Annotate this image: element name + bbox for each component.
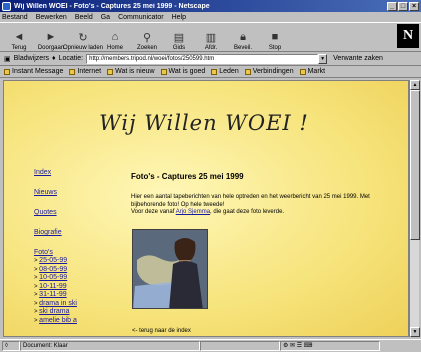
link-leden[interactable]: Leden	[211, 68, 239, 75]
close-button[interactable]: ×	[409, 1, 419, 11]
bookmark-icon	[107, 68, 114, 75]
menu-beeld[interactable]: Beeld	[75, 14, 93, 21]
nav-index[interactable]: Index	[34, 169, 94, 176]
page-viewport: Wij Willen WOEI ! Index Nieuws Quotes Bi…	[3, 80, 409, 337]
address-bar: ▣ Bladwijzers ♦ Locatie: http://members.…	[0, 52, 421, 66]
sidebar-nav: Index Nieuws Quotes Biografie Foto's > 2…	[34, 169, 94, 325]
nav-fotos-item[interactable]: 10-05-99	[39, 274, 67, 281]
status-components: ⚙ ✉ ☰ ⌨	[280, 341, 380, 351]
maximize-button[interactable]: □	[398, 1, 408, 11]
credit-link[interactable]: Arjo Sjemma	[176, 209, 210, 215]
navigation-toolbar: ◄ Terug ► Doorgaan ↻ Opnieuw laden ⌂ Home ⚲ Z…	[0, 22, 421, 52]
location-icon: ♦	[52, 55, 56, 62]
home-icon: ⌂	[111, 31, 119, 43]
menu-bestand[interactable]: Bestand	[2, 14, 28, 21]
status-bar: ◊ Document: Klaar ⚙ ✉ ☰ ⌨	[0, 339, 421, 352]
scroll-down-arrow-icon[interactable]: ▼	[410, 327, 420, 337]
menu-communicator[interactable]: Communicator	[118, 14, 164, 21]
main-content: Foto's - Captures 25 mei 1999 Hier een a…	[131, 172, 401, 217]
status-progress	[200, 341, 280, 351]
link-markt[interactable]: Markt	[299, 68, 325, 75]
forward-arrow-icon: ►	[45, 31, 57, 43]
nav-nieuws[interactable]: Nieuws	[34, 189, 94, 196]
bookmarks-button[interactable]: Bladwijzers	[14, 55, 49, 62]
status-text: Document: Klaar	[20, 341, 200, 351]
url-input[interactable]: http://members.tripod.nl/woei/fotos/2505…	[86, 53, 319, 64]
menu-bewerken[interactable]: Bewerken	[36, 14, 67, 21]
link-wat-is-goed[interactable]: Wat is goed	[160, 68, 205, 75]
back-arrow-icon: ◄	[13, 31, 25, 43]
bookmark-icon	[299, 68, 306, 75]
vertical-scrollbar[interactable]: ▲ ▼	[409, 80, 420, 337]
nav-quotes[interactable]: Quotes	[34, 209, 94, 216]
menu-bar: Bestand Bewerken Beeld Ga Communicator H…	[0, 12, 421, 22]
link-instant-message[interactable]: Instant Message	[4, 68, 63, 75]
credit-text: Voor deze vanaf Arjo Sjemma, die gaat de…	[131, 209, 285, 215]
link-internet[interactable]: Internet	[69, 68, 101, 75]
nav-fotos-item[interactable]: drama in ski	[39, 300, 77, 307]
nav-fotos-item[interactable]: 08-05-99	[39, 266, 67, 273]
nav-biografie[interactable]: Biografie	[34, 229, 94, 236]
intro-text: Hier een aantal tapeberichten van hele o…	[131, 194, 370, 208]
forward-button[interactable]: ► Doorgaan	[36, 23, 66, 51]
security-button[interactable]: 🔒︎ Beveil.	[228, 23, 258, 52]
reload-button[interactable]: ↻ Opnieuw laden	[63, 23, 103, 52]
back-link[interactable]: <- terug naar de index	[132, 328, 191, 334]
nav-fotos-list: > 25-05-99 > 08-05-99 > 10-05-99 > 10-11…	[34, 257, 77, 324]
reload-icon: ↻	[78, 31, 88, 44]
links-bar: Instant Message Internet Wat is nieuw Wa…	[0, 66, 421, 78]
location-label: Locatie:	[58, 55, 84, 62]
home-button[interactable]: ⌂ Home	[100, 23, 130, 51]
title-bar: Wij Willen WOEI - Foto's - Captures 25 m…	[0, 0, 421, 12]
site-title: Wij Willen WOEI !	[99, 111, 309, 135]
netscape-logo: N	[397, 24, 419, 48]
nav-fotos[interactable]: Foto's	[34, 249, 94, 256]
guide-button[interactable]: ▤ Gids	[164, 23, 194, 52]
page-heading: Foto's - Captures 25 mei 1999	[131, 172, 244, 181]
url-dropdown-arrow-icon[interactable]: ▼	[318, 53, 328, 64]
nav-fotos-item[interactable]: 25-05-99	[39, 257, 67, 264]
weather-capture-photo[interactable]	[132, 229, 208, 309]
print-icon: ▥	[205, 31, 217, 44]
scroll-thumb[interactable]	[410, 90, 420, 240]
stop-icon: ■	[271, 31, 279, 43]
menu-ga[interactable]: Ga	[101, 14, 110, 21]
scroll-up-arrow-icon[interactable]: ▲	[410, 80, 420, 90]
guide-icon: ▤	[173, 31, 185, 44]
nav-fotos-item[interactable]: amelie bib a	[39, 317, 77, 324]
bookmark-icon	[160, 68, 167, 75]
window-title: Wij Willen WOEI - Foto's - Captures 25 m…	[14, 2, 210, 10]
bookmark-icon	[244, 68, 251, 75]
nav-fotos-item[interactable]: ski drama	[39, 308, 69, 315]
nav-fotos-item[interactable]: 31-11-99	[39, 291, 67, 298]
search-icon: ⚲	[142, 31, 152, 44]
bookmarks-icon[interactable]: ▣	[4, 55, 11, 63]
search-button[interactable]: ⚲ Zoeken	[132, 23, 162, 52]
security-icon: 🔒︎	[240, 30, 246, 43]
app-icon	[2, 1, 11, 11]
minimize-button[interactable]: _	[387, 1, 397, 11]
related-button[interactable]: Verwante zaken	[333, 55, 383, 62]
connection-icon: ◊	[2, 341, 20, 351]
stop-button[interactable]: ■ Stop	[260, 23, 290, 51]
bookmark-icon	[4, 68, 10, 75]
back-button[interactable]: ◄ Terug	[4, 23, 34, 51]
photo-image	[133, 230, 207, 308]
link-wat-is-nieuw[interactable]: Wat is nieuw	[107, 68, 155, 75]
bookmark-icon	[69, 68, 76, 75]
print-button[interactable]: ▥ Afdr.	[196, 23, 226, 52]
menu-help[interactable]: Help	[172, 14, 186, 21]
bookmark-icon	[211, 68, 218, 75]
link-verbindingen[interactable]: Verbindingen	[244, 68, 294, 75]
nav-fotos-item[interactable]: 10-11-99	[39, 283, 67, 290]
